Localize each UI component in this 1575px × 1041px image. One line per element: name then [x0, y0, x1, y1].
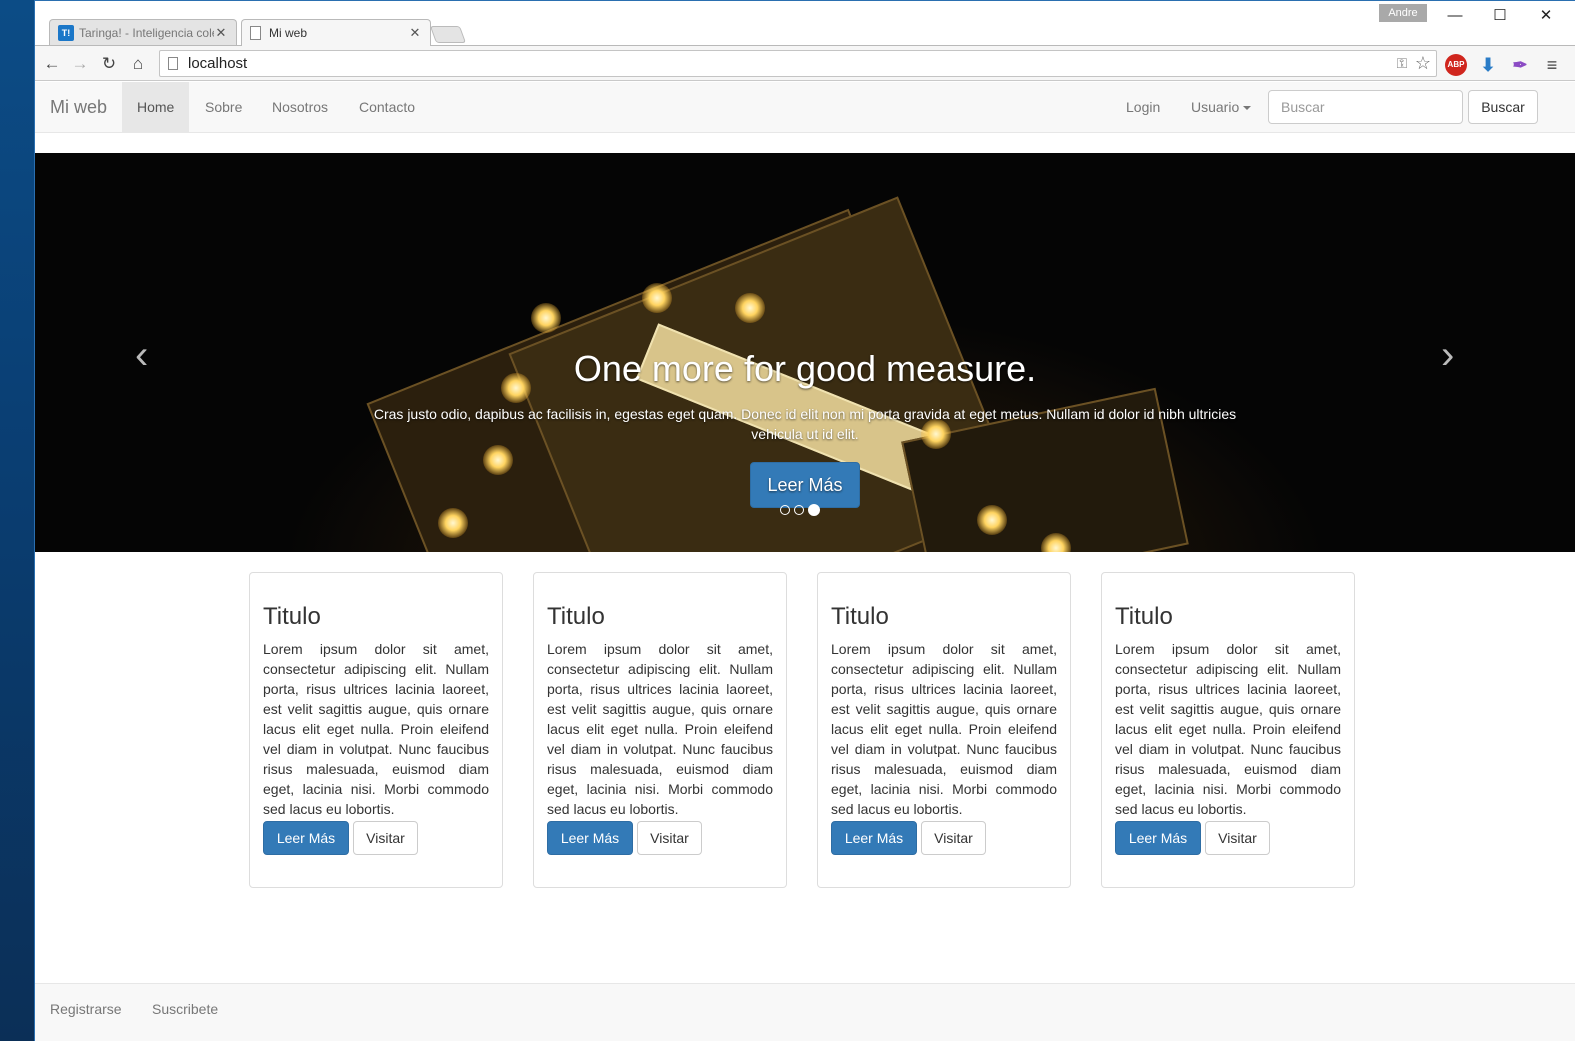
carousel-indicators	[780, 504, 820, 516]
card-title: Titulo	[831, 603, 889, 630]
browser-tab-mi-web[interactable]: Mi web ✕	[241, 19, 431, 46]
address-bar[interactable]: localhost ⚿ ☆	[159, 50, 1437, 77]
desktop-background	[0, 0, 34, 1041]
tab-label: Mi web	[269, 26, 308, 40]
forward-icon[interactable]: →	[68, 52, 92, 76]
content-card: Titulo Lorem ipsum dolor sit amet, conse…	[533, 572, 787, 888]
card-title: Titulo	[1115, 603, 1173, 630]
page-icon	[250, 26, 261, 40]
visit-button[interactable]: Visitar	[1205, 821, 1270, 855]
nav-item-nosotros[interactable]: Nosotros	[257, 82, 343, 133]
read-more-button[interactable]: Leer Más	[1115, 821, 1201, 855]
carousel-indicator-2[interactable]	[794, 505, 804, 515]
close-icon[interactable]: ✕	[214, 25, 228, 41]
profile-badge[interactable]: Andre	[1379, 4, 1427, 22]
bookmark-star-icon[interactable]: ☆	[1410, 53, 1436, 74]
footer-link-suscribete[interactable]: Suscribete	[152, 984, 218, 1035]
back-icon[interactable]: ←	[40, 52, 64, 76]
carousel-next-icon[interactable]: ›	[1441, 333, 1454, 378]
carousel-text: Cras justo odio, dapibus ac facilisis in…	[373, 406, 1237, 442]
site-navbar: Mi web Home Sobre Nosotros Contacto Logi…	[35, 82, 1575, 133]
page-icon	[168, 57, 178, 70]
card-text: Lorem ipsum dolor sit amet, consectetur …	[263, 641, 489, 817]
browser-toolbar: ← → ↻ ⌂ localhost ⚿ ☆ ABP ⬇ ✒ ≡	[35, 45, 1575, 81]
site-footer: Registrarse Suscribete	[35, 983, 1575, 1041]
read-more-button[interactable]: Leer Más	[547, 821, 633, 855]
home-icon[interactable]: ⌂	[126, 52, 150, 76]
close-icon[interactable]: ✕	[408, 25, 422, 41]
minimize-icon[interactable]: —	[1433, 5, 1477, 29]
browser-window: T! Taringa! - Inteligencia cole ✕ Mi web…	[34, 0, 1575, 1041]
carousel-indicator-1[interactable]	[780, 505, 790, 515]
content-card: Titulo Lorem ipsum dolor sit amet, conse…	[817, 572, 1071, 888]
nav-item-contacto[interactable]: Contacto	[344, 82, 430, 133]
visit-button[interactable]: Visitar	[921, 821, 986, 855]
url-text[interactable]: localhost	[188, 55, 1394, 72]
taringa-icon: T!	[58, 25, 74, 41]
brand-logo[interactable]: Mi web	[50, 82, 107, 133]
card-title: Titulo	[263, 603, 321, 630]
search-input[interactable]	[1268, 90, 1463, 124]
card-title: Titulo	[547, 603, 605, 630]
carousel-read-more-button[interactable]: Leer Más	[750, 462, 860, 508]
user-dropdown[interactable]: Usuario	[1176, 82, 1266, 133]
menu-icon[interactable]: ≡	[1541, 54, 1563, 76]
card-text: Lorem ipsum dolor sit amet, consectetur …	[1115, 641, 1341, 817]
quill-icon[interactable]: ✒	[1509, 54, 1531, 76]
card-text: Lorem ipsum dolor sit amet, consectetur …	[831, 641, 1057, 817]
tab-label: Taringa! - Inteligencia cole	[79, 26, 214, 40]
login-link[interactable]: Login	[1111, 82, 1175, 133]
adblock-icon[interactable]: ABP	[1445, 54, 1467, 76]
download-icon[interactable]: ⬇	[1477, 54, 1499, 76]
browser-titlebar: T! Taringa! - Inteligencia cole ✕ Mi web…	[35, 1, 1575, 46]
new-tab-button[interactable]	[429, 26, 467, 43]
read-more-button[interactable]: Leer Más	[263, 821, 349, 855]
content-card: Titulo Lorem ipsum dolor sit amet, conse…	[1101, 572, 1355, 888]
carousel-caption: One more for good measure. Cras justo od…	[355, 348, 1255, 508]
nav-item-home[interactable]: Home	[122, 82, 190, 133]
maximize-icon[interactable]: ☐	[1478, 5, 1522, 29]
carousel-prev-icon[interactable]: ‹	[135, 333, 148, 378]
card-text: Lorem ipsum dolor sit amet, consectetur …	[547, 641, 773, 817]
search-button[interactable]: Buscar	[1468, 90, 1538, 124]
user-dropdown-label: Usuario	[1191, 99, 1240, 115]
read-more-button[interactable]: Leer Más	[831, 821, 917, 855]
reload-icon[interactable]: ↻	[97, 52, 121, 76]
hero-carousel: ‹ › One more for good measure. Cras just…	[35, 153, 1575, 552]
caret-down-icon	[1243, 106, 1252, 111]
visit-button[interactable]: Visitar	[353, 821, 418, 855]
key-icon[interactable]: ⚿	[1394, 55, 1410, 72]
browser-tab-taringa[interactable]: T! Taringa! - Inteligencia cole ✕	[49, 19, 237, 46]
visit-button[interactable]: Visitar	[637, 821, 702, 855]
nav-item-sobre[interactable]: Sobre	[190, 82, 257, 133]
close-window-icon[interactable]: ✕	[1524, 5, 1568, 29]
content-card: Titulo Lorem ipsum dolor sit amet, conse…	[249, 572, 503, 888]
footer-link-registrarse[interactable]: Registrarse	[50, 984, 122, 1035]
carousel-heading: One more for good measure.	[573, 348, 1037, 389]
carousel-indicator-3[interactable]	[808, 504, 820, 516]
